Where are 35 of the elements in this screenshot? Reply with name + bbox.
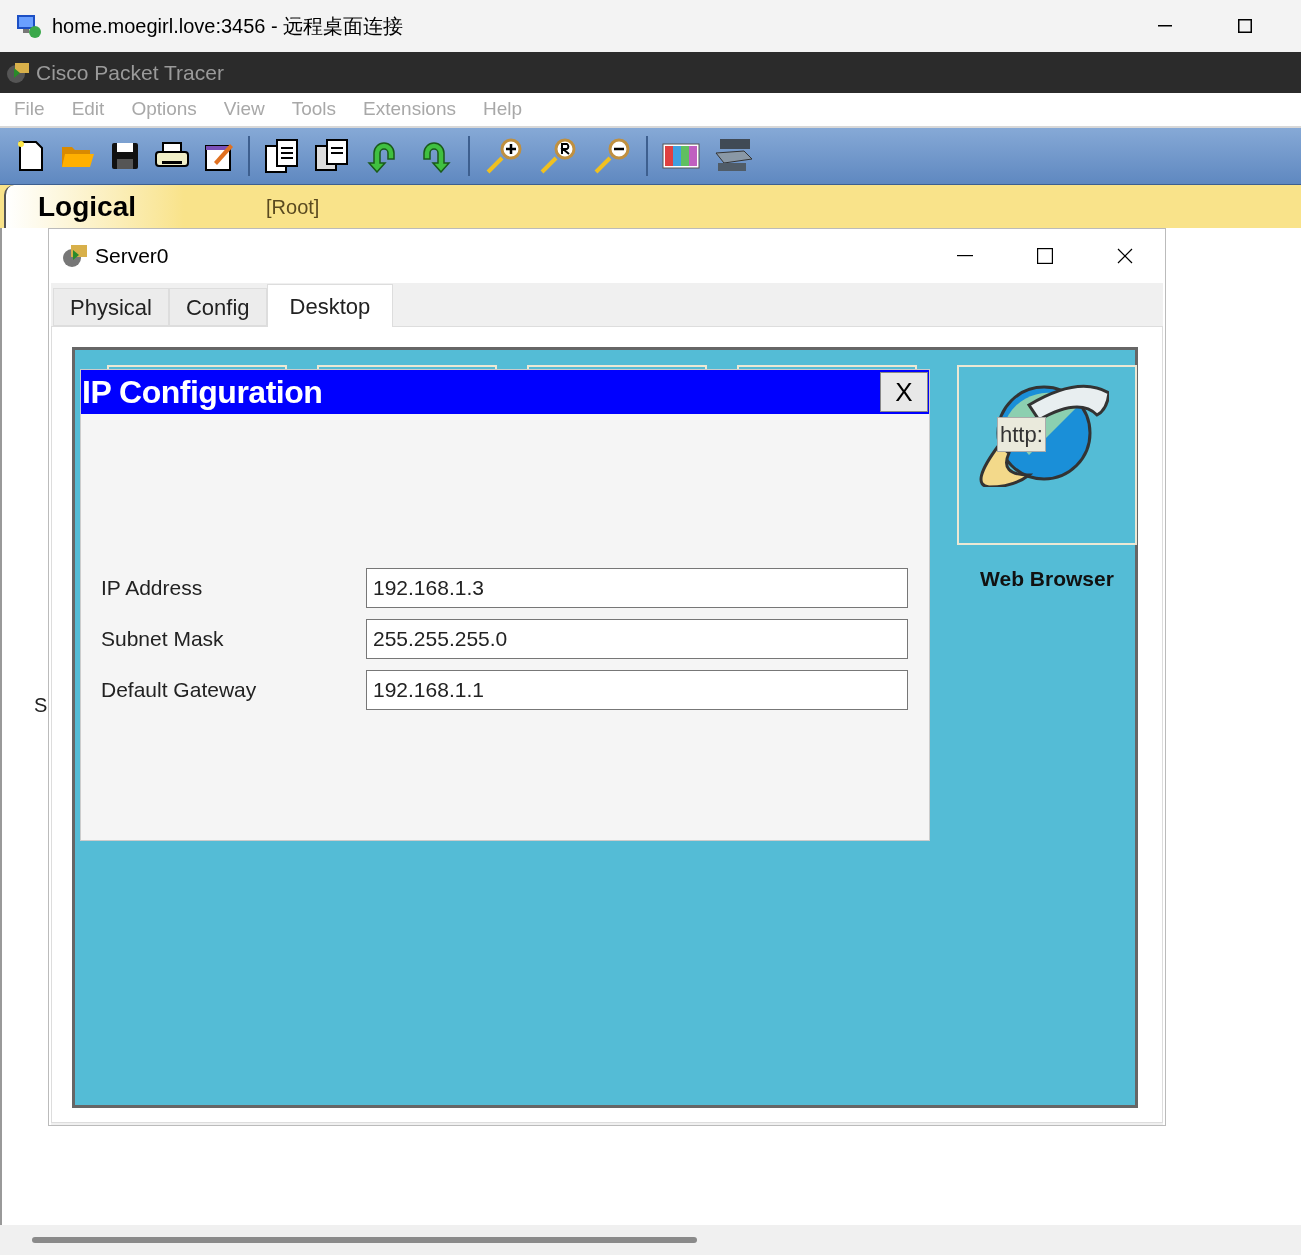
tab[interactable]: Config <box>168 288 267 326</box>
app-title: Cisco Packet Tracer <box>36 59 224 86</box>
new-file-icon[interactable] <box>16 140 46 172</box>
tab[interactable]: Desktop <box>266 284 394 327</box>
server-icon <box>61 243 89 269</box>
save-icon[interactable] <box>110 141 140 171</box>
workspace-path: [Root] <box>266 194 320 220</box>
http-label: http: <box>997 417 1046 452</box>
field-label: Default Gateway <box>101 677 258 704</box>
field-label: IP Address <box>101 575 204 602</box>
field-label: Subnet Mask <box>101 626 225 653</box>
window-title: home.moegirl.love:3456 - 远程桌面连接 <box>52 14 404 39</box>
tab[interactable]: Physical <box>53 288 169 326</box>
input-field[interactable]: 192.168.1.3 <box>366 568 908 608</box>
input-field[interactable]: 192.168.1.1 <box>366 670 908 710</box>
close-button[interactable]: X <box>880 372 928 412</box>
maximize-icon <box>1037 248 1053 264</box>
zoom-in-icon[interactable] <box>484 138 524 174</box>
dialog-title: IP Configuration <box>82 376 323 408</box>
palette-icon[interactable] <box>662 141 700 171</box>
remote-desktop-icon <box>16 13 42 39</box>
app-label: Web Browser <box>980 566 1114 592</box>
app-tile[interactable]: http: <box>957 365 1137 545</box>
minimize-icon <box>957 255 973 257</box>
scrollbar-thumb[interactable] <box>32 1237 697 1243</box>
maximize-icon <box>1238 19 1252 33</box>
close-icon <box>1117 248 1133 264</box>
zoom-out-icon[interactable] <box>592 138 632 174</box>
paste-icon[interactable] <box>314 138 350 174</box>
window-title: Server0 <box>95 243 169 270</box>
copy-icon[interactable] <box>264 138 300 174</box>
minimize-icon <box>1158 25 1172 27</box>
device-label: S <box>34 693 48 718</box>
zoom-reset-icon[interactable] <box>538 138 578 174</box>
input-field[interactable]: 255.255.255.0 <box>366 619 908 659</box>
